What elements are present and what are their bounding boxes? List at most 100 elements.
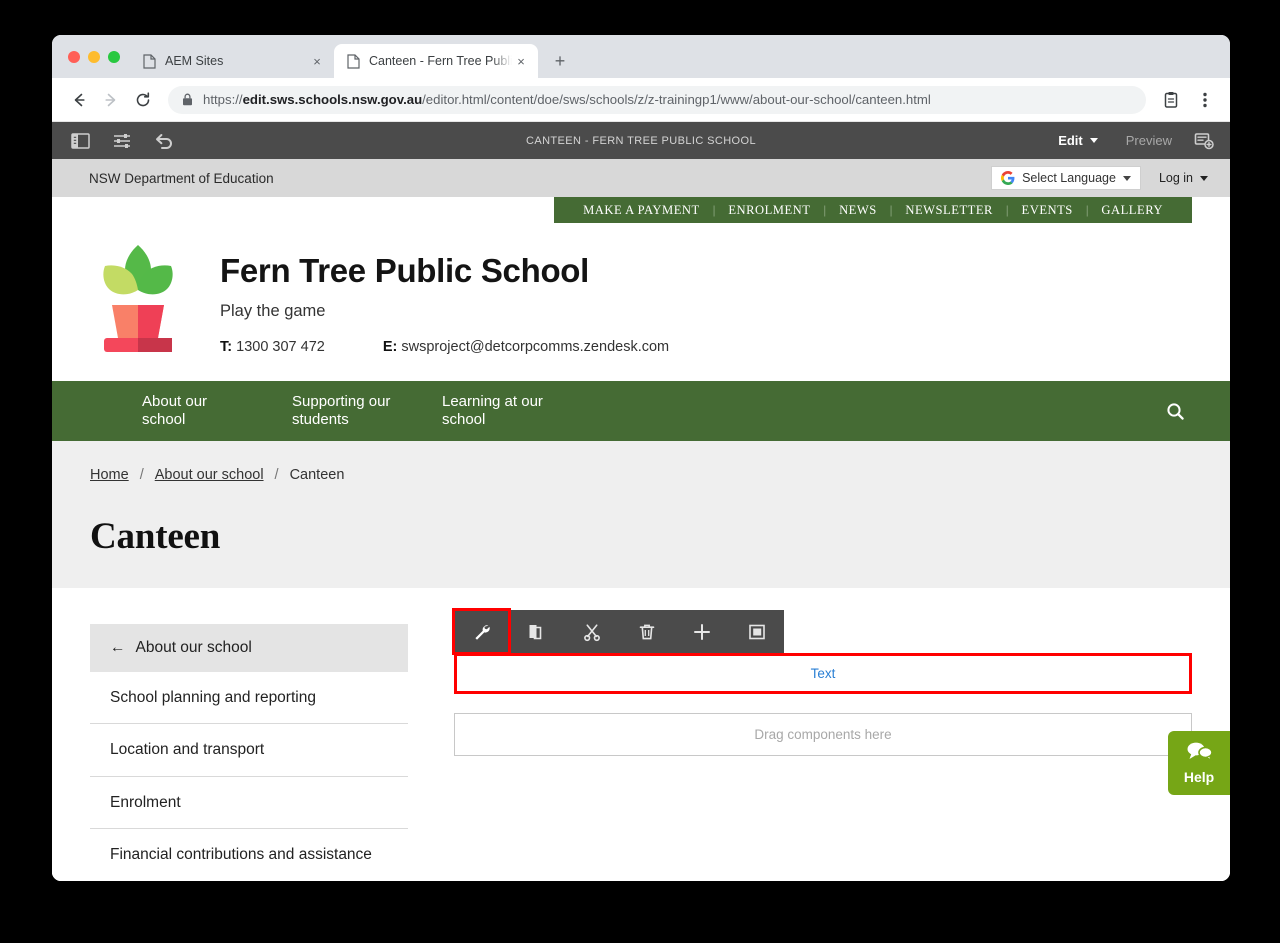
phone-value: 1300 307 472 <box>236 339 325 356</box>
site-masthead: Fern Tree Public School Play the game T:… <box>52 223 1230 381</box>
nav-item-learning-at-our-school[interactable]: Learning at our school <box>420 393 570 430</box>
chevron-down-icon <box>1089 138 1098 143</box>
google-g-icon <box>1001 171 1015 185</box>
configure-button[interactable] <box>452 608 511 655</box>
language-selector[interactable]: Select Language <box>991 166 1141 190</box>
language-selector-label: Select Language <box>1022 171 1116 185</box>
reload-button[interactable] <box>128 85 158 115</box>
side-menu-back-item[interactable]: ← About our school <box>90 624 408 672</box>
department-label: NSW Department of Education <box>89 170 274 186</box>
utility-nav-item-gallery[interactable]: GALLERY <box>1088 203 1176 218</box>
preview-mode-label: Preview <box>1125 133 1172 148</box>
delete-button[interactable] <box>619 610 674 653</box>
browser-window: AEM Sites × Canteen - Fern Tree Public S… <box>52 35 1230 881</box>
cut-button[interactable] <box>564 610 619 653</box>
text-component[interactable]: Text <box>454 653 1192 694</box>
breadcrumb-item-about-our-school[interactable]: About our school <box>155 467 264 483</box>
url-domain: edit.sws.schools.nsw.gov.au <box>242 92 423 107</box>
chat-bubbles-icon <box>1186 741 1213 766</box>
phone-label: T: <box>220 339 233 356</box>
text-component-label: Text <box>810 666 836 681</box>
preview-mode-button[interactable]: Preview <box>1112 122 1186 159</box>
close-icon[interactable]: × <box>512 52 530 70</box>
address-bar-url: https://edit.sws.schools.nsw.gov.au/edit… <box>203 92 931 107</box>
school-email: E: swsproject@detcorpcomms.zendesk.com <box>383 339 669 355</box>
school-identity: Fern Tree Public School Play the game T:… <box>220 241 669 355</box>
breadcrumb-item-canteen: Canteen <box>289 467 345 483</box>
window-minimize-button[interactable] <box>88 50 100 63</box>
browser-tab-canteen[interactable]: Canteen - Fern Tree Public Sch × <box>334 44 538 78</box>
chevron-down-icon <box>1122 175 1131 181</box>
utility-nav-item-events[interactable]: EVENTS <box>1009 203 1086 218</box>
plant-in-pot-logo <box>90 241 186 359</box>
utility-nav-item-news[interactable]: NEWS <box>826 203 890 218</box>
page-content: ← About our school School planning and r… <box>52 588 1230 881</box>
tab-title: Canteen - Fern Tree Public Sch <box>369 54 512 68</box>
edit-mode-selector[interactable]: Edit <box>1044 122 1112 159</box>
side-menu-item-financial-contributions-and-assistance[interactable]: Financial contributions and assistance <box>90 829 408 881</box>
aem-toolbar-left <box>52 122 182 159</box>
side-menu-item-school-planning-and-reporting[interactable]: School planning and reporting <box>90 672 408 725</box>
page-properties-icon[interactable] <box>104 122 140 159</box>
breadcrumb-item-home[interactable]: Home <box>90 467 129 483</box>
insert-button[interactable] <box>674 610 729 653</box>
new-tab-button[interactable]: + <box>546 47 574 75</box>
login-menu[interactable]: Log in <box>1159 171 1208 185</box>
utility-nav-item-enrolment[interactable]: ENROLMENT <box>715 203 823 218</box>
chevron-down-icon <box>1200 175 1208 181</box>
copy-button[interactable] <box>509 610 564 653</box>
breadcrumb-separator: / <box>274 467 279 483</box>
browser-tab-strip: AEM Sites × Canteen - Fern Tree Public S… <box>52 35 1230 78</box>
forward-button[interactable] <box>96 85 126 115</box>
browser-toolbar: https://edit.sws.schools.nsw.gov.au/edit… <box>52 78 1230 122</box>
lock-icon <box>182 93 193 106</box>
nav-item-supporting-our-students[interactable]: Supporting our students <box>270 393 420 430</box>
back-button[interactable] <box>64 85 94 115</box>
department-bar: NSW Department of Education Select Langu… <box>52 159 1230 197</box>
school-name: Fern Tree Public School <box>220 252 590 289</box>
breadcrumb-separator: / <box>139 467 144 483</box>
department-bar-right: Select Language Log in <box>991 166 1208 190</box>
window-close-button[interactable] <box>68 50 80 63</box>
side-menu-item-enrolment[interactable]: Enrolment <box>90 777 408 830</box>
school-contact: T: 1300 307 472 E: swsproject@detcorpcom… <box>220 339 669 355</box>
component-action-toolbar <box>452 608 784 655</box>
help-widget[interactable]: Help <box>1168 731 1230 795</box>
window-traffic-lights <box>64 35 130 78</box>
group-button[interactable] <box>729 610 784 653</box>
undo-icon[interactable] <box>146 122 182 159</box>
utility-nav: MAKE A PAYMENT | ENROLMENT | NEWS | NEWS… <box>554 197 1192 223</box>
utility-nav-item-make-a-payment[interactable]: MAKE A PAYMENT <box>570 203 713 218</box>
school-tagline: Play the game <box>220 302 326 321</box>
login-label: Log in <box>1158 171 1193 185</box>
arrow-left-icon: ← <box>110 639 126 656</box>
annotate-icon[interactable] <box>1186 122 1222 159</box>
side-menu-header-label: About our school <box>135 639 252 656</box>
window-maximize-button[interactable] <box>108 50 120 63</box>
page-header-band: Home / About our school / Canteen Cantee… <box>52 441 1230 588</box>
page-icon <box>345 53 361 69</box>
search-icon[interactable] <box>1158 394 1192 428</box>
page-viewport: NSW Department of Education Select Langu… <box>52 159 1230 881</box>
page-title: Canteen <box>90 516 221 557</box>
side-menu-item-location-and-transport[interactable]: Location and transport <box>90 724 408 777</box>
side-panel-icon[interactable] <box>62 122 98 159</box>
browser-toolbar-right <box>1156 85 1220 115</box>
component-dropzone[interactable]: Drag components here <box>454 713 1192 756</box>
email-value: swsproject@detcorpcomms.zendesk.com <box>401 339 670 356</box>
browser-menu-button[interactable] <box>1190 85 1220 115</box>
tab-title: AEM Sites <box>165 54 224 68</box>
nav-item-about-our-school[interactable]: About our school <box>120 393 270 430</box>
url-path: /editor.html/content/doe/sws/schools/z/z… <box>422 92 931 107</box>
edit-mode-label: Edit <box>1058 133 1083 148</box>
page-icon <box>141 53 157 69</box>
close-icon[interactable]: × <box>308 52 326 70</box>
address-bar[interactable]: https://edit.sws.schools.nsw.gov.au/edit… <box>168 85 1146 114</box>
school-phone: T: 1300 307 472 <box>220 339 325 355</box>
utility-nav-wrapper: MAKE A PAYMENT | ENROLMENT | NEWS | NEWS… <box>52 197 1230 223</box>
help-widget-label: Help <box>1183 769 1215 785</box>
url-scheme: https:// <box>203 92 243 107</box>
browser-tab-aem-sites[interactable]: AEM Sites × <box>130 44 334 78</box>
utility-nav-item-newsletter[interactable]: NEWSLETTER <box>892 203 1006 218</box>
reading-list-icon[interactable] <box>1156 85 1186 115</box>
